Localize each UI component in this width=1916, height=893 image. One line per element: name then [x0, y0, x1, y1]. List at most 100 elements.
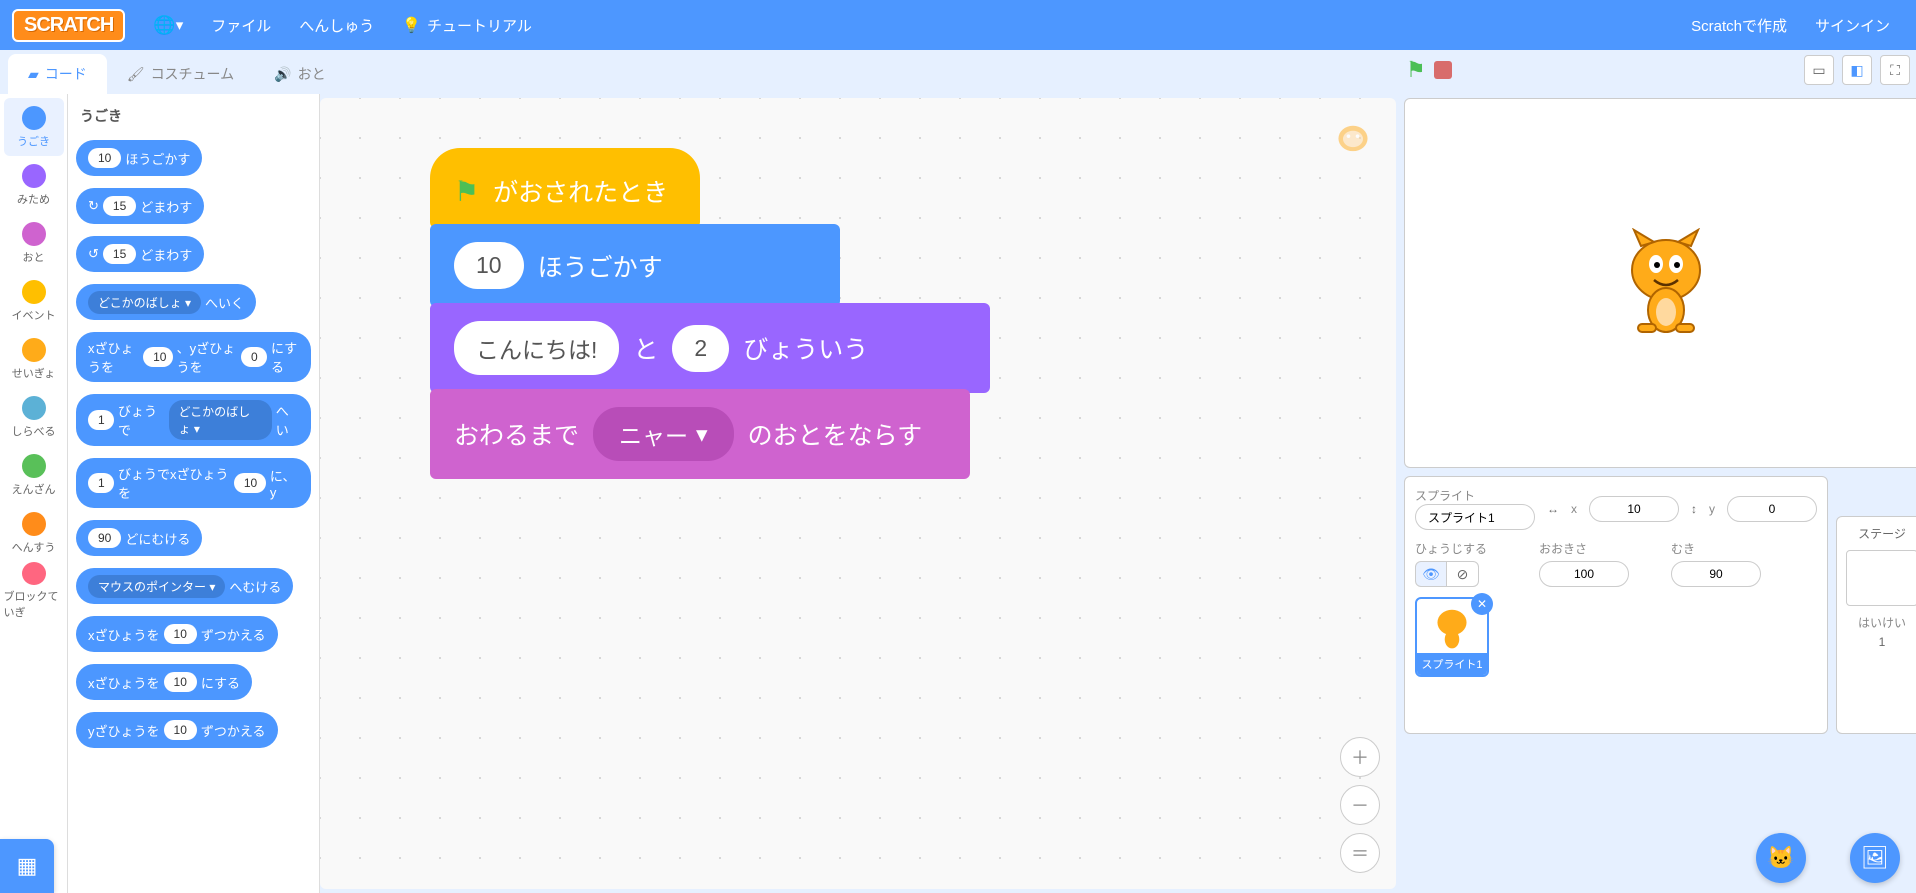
zoom-out-button[interactable]: －	[1340, 785, 1380, 825]
palette-block[interactable]: 1びょうでどこかのばしょ ▾へい	[76, 394, 311, 446]
sprite-name-input[interactable]	[1415, 504, 1535, 530]
block-number-input[interactable]: 1	[88, 473, 114, 493]
category-dot-icon	[22, 222, 46, 246]
category-イベント[interactable]: イベント	[4, 272, 64, 330]
backdrop-thumbnail[interactable]	[1846, 550, 1916, 606]
palette-block[interactable]: どこかのばしょ ▾へいく	[76, 284, 256, 320]
block-dropdown[interactable]: マウスのポインター ▾	[88, 575, 225, 598]
block-dropdown[interactable]: どこかのばしょ ▾	[88, 291, 201, 314]
block-say-for-secs[interactable]: こんにちは! と 2 びょういう	[430, 303, 990, 393]
xy-icon: ↔	[1547, 502, 1559, 516]
stage-selector[interactable]: ステージ はいけい 1	[1836, 516, 1916, 734]
category-dot-icon	[22, 396, 46, 420]
category-みため[interactable]: みため	[4, 156, 64, 214]
sprite-cat[interactable]	[1616, 228, 1716, 338]
sprite-tile[interactable]: ✕ スプライト1	[1415, 597, 1489, 677]
signin-link[interactable]: サインイン	[1801, 0, 1904, 50]
palette-block[interactable]: yざひょうを10ずつかえる	[76, 712, 278, 748]
category-dot-icon	[22, 338, 46, 362]
zoom-in-button[interactable]: ＋	[1340, 737, 1380, 777]
show-sprite-button[interactable]: 👁	[1415, 561, 1447, 587]
sprite-size-input[interactable]	[1539, 561, 1629, 587]
stage-large-button[interactable]: ◧	[1842, 55, 1872, 85]
palette-block[interactable]: xざひょうを10ずつかえる	[76, 616, 278, 652]
sound-dropdown[interactable]: ニャー▾	[593, 407, 734, 461]
block-number-input[interactable]: 10	[234, 473, 266, 493]
add-backdrop-button[interactable]: 🖼	[1850, 833, 1900, 883]
palette-block[interactable]: ↺15どまわす	[76, 236, 204, 272]
delete-sprite-button[interactable]: ✕	[1471, 593, 1493, 615]
sprite-thumbnail-watermark	[1330, 118, 1376, 173]
block-play-sound-until-done[interactable]: おわるまで ニャー▾ のおとをならす	[430, 389, 970, 479]
category-dot-icon	[22, 280, 46, 304]
brush-icon: 🖌	[127, 66, 145, 83]
block-number-input[interactable]: 15	[103, 244, 136, 264]
create-link[interactable]: Scratchで作成	[1677, 0, 1801, 50]
palette-block[interactable]: 1びょうでxざひょうを10に、y	[76, 458, 311, 508]
category-dot-icon	[22, 512, 46, 536]
block-number-input[interactable]: 10	[88, 148, 121, 168]
palette-block[interactable]: ↻15どまわす	[76, 188, 204, 224]
block-number-input[interactable]: 10	[164, 624, 197, 644]
flag-icon: ⚑	[454, 175, 479, 208]
stage[interactable]	[1404, 98, 1916, 468]
block-number-input[interactable]: 90	[88, 528, 121, 548]
block-number-input[interactable]: 10	[164, 720, 197, 740]
category-うごき[interactable]: うごき	[4, 98, 64, 156]
block-number-input[interactable]: 15	[103, 196, 136, 216]
green-flag-button[interactable]: ⚑	[1406, 57, 1426, 83]
block-number-input[interactable]: 10	[143, 347, 173, 367]
zoom-controls: ＋ － ＝	[1340, 737, 1380, 873]
script-workspace[interactable]: ⚑ がおされたとき 10 ほうごかす こんにちは! と 2 びょういう おわるま…	[320, 98, 1396, 889]
edit-menu[interactable]: へんしゅう	[285, 0, 388, 50]
tab-code[interactable]: ▰コード	[8, 54, 107, 94]
chevron-down-icon: ▾	[696, 421, 708, 448]
say-secs-input[interactable]: 2	[672, 325, 729, 372]
palette-block[interactable]: 10ほうごかす	[76, 140, 202, 176]
add-extension-button[interactable]: ▦	[0, 839, 54, 893]
palette-block[interactable]: xざひょうを10にする	[76, 664, 252, 700]
sprite-x-input[interactable]	[1589, 496, 1679, 522]
say-text-input[interactable]: こんにちは!	[454, 321, 619, 375]
editor-tabs: ▰コード 🖌コスチューム 🔊おと	[0, 50, 1400, 94]
stop-button[interactable]	[1434, 61, 1452, 79]
block-number-input[interactable]: 1	[88, 410, 114, 430]
language-menu[interactable]: 🌐▾	[139, 0, 197, 50]
script-stack[interactable]: ⚑ がおされたとき 10 ほうごかす こんにちは! と 2 びょういう おわるま…	[430, 148, 990, 479]
block-palette: うごき 10ほうごかす ↻15どまわす ↺15どまわすどこかのばしょ ▾へいく xざひ…	[68, 94, 320, 893]
sprite-direction-input[interactable]	[1671, 561, 1761, 587]
scratch-logo[interactable]: SCRATCH	[12, 9, 125, 42]
menu-bar: SCRATCH 🌐▾ ファイル へんしゅう 💡チュートリアル Scratchで作…	[0, 0, 1916, 50]
block-move-steps[interactable]: 10 ほうごかす	[430, 224, 840, 307]
category-しらべる[interactable]: しらべる	[4, 388, 64, 446]
category-ブロックていぎ[interactable]: ブロックていぎ	[4, 562, 64, 620]
block-when-flag-clicked[interactable]: ⚑ がおされたとき	[430, 148, 700, 228]
fullscreen-button[interactable]: ⛶	[1880, 55, 1910, 85]
category-dot-icon	[22, 164, 46, 188]
block-dropdown[interactable]: どこかのばしょ ▾	[169, 400, 272, 440]
palette-category-title: うごき	[80, 106, 311, 126]
category-えんざん[interactable]: えんざん	[4, 446, 64, 504]
block-number-input[interactable]: 10	[164, 672, 197, 692]
tab-costumes[interactable]: 🖌コスチューム	[107, 54, 254, 94]
stage-small-button[interactable]: ▭	[1804, 55, 1834, 85]
sprite-y-input[interactable]	[1727, 496, 1817, 522]
category-へんすう[interactable]: へんすう	[4, 504, 64, 562]
palette-block[interactable]: 90どにむける	[76, 520, 202, 556]
tab-sounds[interactable]: 🔊おと	[254, 54, 345, 94]
globe-icon: 🌐	[153, 15, 175, 36]
palette-block[interactable]: マウスのポインター ▾へむける	[76, 568, 293, 604]
category-おと[interactable]: おと	[4, 214, 64, 272]
sound-icon: 🔊	[274, 66, 291, 83]
add-sprite-button[interactable]: 🐱	[1756, 833, 1806, 883]
hide-sprite-button[interactable]: ⊘	[1447, 561, 1479, 587]
palette-block[interactable]: xざひょうを10、yざひょうを0にする	[76, 332, 311, 382]
block-number-input[interactable]: 0	[241, 347, 267, 367]
category-せいぎょ[interactable]: せいぎょ	[4, 330, 64, 388]
tutorials-button[interactable]: 💡チュートリアル	[388, 0, 546, 50]
lightbulb-icon: 💡	[402, 16, 421, 34]
zoom-reset-button[interactable]: ＝	[1340, 833, 1380, 873]
category-dot-icon	[22, 106, 46, 130]
file-menu[interactable]: ファイル	[197, 0, 285, 50]
move-steps-input[interactable]: 10	[454, 242, 524, 289]
